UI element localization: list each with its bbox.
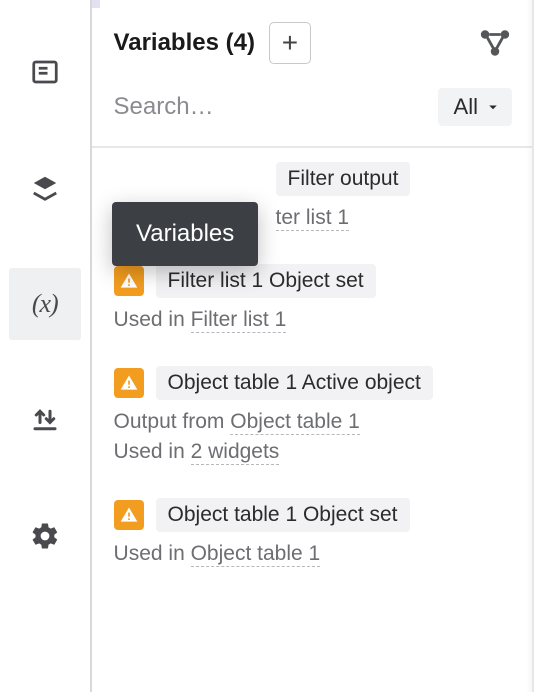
gear-icon bbox=[30, 521, 60, 551]
warning-icon bbox=[114, 368, 144, 398]
rail-item-import-export[interactable] bbox=[9, 384, 81, 456]
rail-item-templates[interactable] bbox=[9, 36, 81, 108]
variables-panel: Variables (4) + All bbox=[92, 0, 534, 692]
panel-header: Variables (4) + bbox=[92, 0, 534, 80]
meta-link[interactable]: Filter list 1 bbox=[191, 308, 287, 333]
panel-title: Variables (4) bbox=[114, 29, 255, 57]
variable-meta: Used in Object table 1 bbox=[114, 542, 512, 566]
variable-item[interactable]: Object table 1 Object set Used in Object… bbox=[114, 484, 512, 586]
variable-name: Filter list 1 Object set bbox=[156, 264, 376, 298]
plus-icon: + bbox=[282, 29, 298, 57]
variable-meta: Used in Filter list 1 bbox=[114, 308, 512, 332]
rail-item-settings[interactable] bbox=[9, 500, 81, 572]
warning-icon bbox=[114, 266, 144, 296]
import-export-icon bbox=[30, 405, 60, 435]
filter-dropdown[interactable]: All bbox=[438, 88, 512, 126]
warning-icon bbox=[114, 500, 144, 530]
graph-icon bbox=[478, 26, 512, 60]
page-icon bbox=[30, 57, 60, 87]
variable-name: Object table 1 Active object bbox=[156, 366, 433, 400]
chevron-down-icon bbox=[484, 98, 502, 116]
variables-list: Filter list 1 Filter outputFilter output… bbox=[92, 148, 534, 586]
meta-link[interactable]: Object table 1 bbox=[230, 410, 360, 435]
variable-meta: Used in 2 widgets bbox=[114, 440, 512, 464]
meta-link[interactable]: ter list 1 bbox=[276, 206, 350, 231]
variables-icon: (x) bbox=[32, 289, 58, 319]
sidebar-rail: (x) bbox=[0, 0, 92, 692]
search-row: All bbox=[92, 80, 534, 146]
add-variable-button[interactable]: + bbox=[269, 22, 311, 64]
variable-meta: ter list 1 bbox=[276, 206, 512, 230]
variable-item[interactable]: Filter list 1 Object set Used in Filter … bbox=[114, 250, 512, 352]
variable-name: Object table 1 Object set bbox=[156, 498, 410, 532]
variable-meta: Output from Object table 1 bbox=[114, 410, 512, 434]
rail-item-layers[interactable] bbox=[9, 152, 81, 224]
meta-link[interactable]: Object table 1 bbox=[191, 542, 321, 567]
dependency-graph-button[interactable] bbox=[478, 26, 512, 60]
search-input[interactable] bbox=[114, 93, 424, 121]
variable-item[interactable]: Filter list 1 Filter outputFilter output… bbox=[114, 148, 512, 250]
rail-item-variables[interactable]: (x) bbox=[9, 268, 81, 340]
variable-name: Filter list 1 Filter outputFilter output bbox=[276, 162, 411, 196]
meta-link[interactable]: 2 widgets bbox=[191, 440, 280, 465]
variable-item[interactable]: Object table 1 Active object Output from… bbox=[114, 352, 512, 484]
filter-label: All bbox=[454, 94, 478, 120]
layers-icon bbox=[30, 173, 60, 203]
scrollbar-track[interactable] bbox=[526, 0, 534, 692]
